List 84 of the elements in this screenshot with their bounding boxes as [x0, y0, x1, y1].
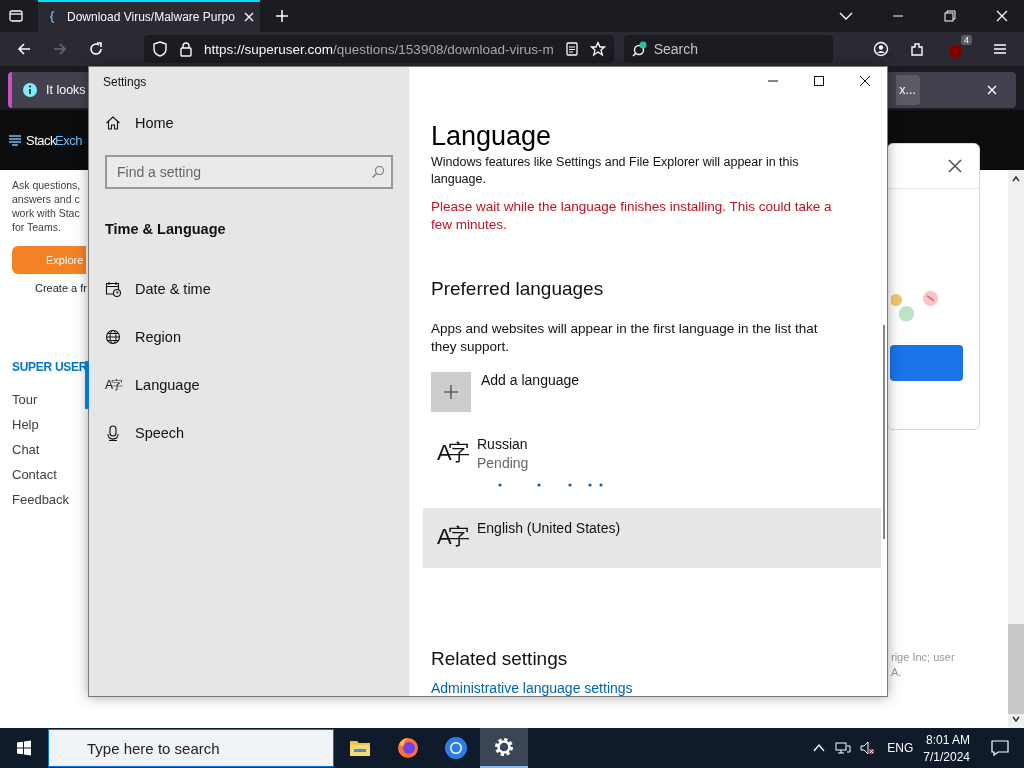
language-icon: A字	[105, 379, 121, 391]
shield-icon[interactable]	[152, 41, 168, 57]
clock[interactable]: 8:01 AM 7/1/2024	[923, 732, 970, 764]
close-icon[interactable]	[994, 8, 1010, 24]
windows-logo-icon[interactable]	[16, 740, 32, 756]
site-logo[interactable]: StackExch	[8, 132, 82, 148]
address-bar[interactable]: https://superuser.com/questions/153908/download-virus-m	[144, 35, 614, 63]
section-heading: Time & Language	[105, 221, 227, 237]
language-icon: A字	[437, 442, 467, 464]
home-nav-item[interactable]: Home	[85, 99, 409, 147]
intro-text: work with Stac	[12, 206, 81, 220]
footer-text: A.	[891, 665, 903, 680]
reload-icon[interactable]	[88, 41, 104, 57]
page-title: Language	[431, 121, 553, 152]
footer-link[interactable]: Tour	[12, 392, 88, 407]
taskbar-search-field[interactable]: Type here to search	[48, 729, 334, 767]
browser-icon	[396, 736, 420, 760]
description-text: Windows features like Settings and File Explorer will appear in this language.	[431, 154, 800, 188]
close-icon[interactable]	[242, 11, 255, 23]
calendar-clock-icon	[105, 281, 121, 297]
search-icon	[631, 41, 648, 57]
footer-link[interactable]: Chat	[12, 442, 88, 457]
scroll-thumb[interactable]	[1008, 624, 1024, 714]
star-icon[interactable]	[589, 41, 606, 57]
close-icon[interactable]	[859, 75, 871, 87]
language-item[interactable]: A字 English (United States)	[423, 508, 881, 568]
chevron-up-icon[interactable]	[1011, 174, 1021, 184]
lock-icon[interactable]	[178, 41, 194, 57]
intro-text: answers and c	[12, 192, 81, 206]
maximize-icon[interactable]	[813, 75, 825, 87]
warning-text: Please wait while the language finishes installing. This could take a few minutes.	[431, 198, 833, 234]
forward-icon[interactable]	[52, 41, 68, 57]
footer-text: rige Inc; user	[891, 650, 956, 665]
stack-icon	[8, 133, 22, 147]
back-icon[interactable]	[16, 41, 32, 57]
add-language-button[interactable]: Add a language	[431, 372, 865, 412]
microphone-icon	[105, 425, 121, 441]
info-icon	[22, 82, 38, 98]
footer-link[interactable]: Feedback	[12, 492, 88, 507]
window-title: Settings	[103, 75, 148, 89]
search-icon	[371, 165, 385, 179]
count-badge: 4	[961, 35, 972, 45]
notification-text: It looks	[46, 83, 86, 97]
site-icon	[50, 11, 55, 23]
globe-icon	[105, 329, 121, 345]
taskbar-app[interactable]	[480, 728, 528, 768]
settings-link[interactable]: Administrative language settings	[431, 680, 865, 696]
notification-icon[interactable]	[990, 738, 1010, 758]
speaker-muted-icon[interactable]	[859, 740, 876, 756]
description-text: Apps and websites will appear in the first language in the list that they support.	[431, 320, 819, 356]
input-language-indicator[interactable]: ENG	[887, 741, 914, 755]
chevron-down-icon[interactable]	[1011, 714, 1021, 724]
account-icon[interactable]	[873, 41, 890, 57]
network-icon[interactable]	[835, 740, 852, 756]
nav-item[interactable]: Speech	[85, 409, 409, 457]
new-tab-icon[interactable]	[274, 8, 290, 24]
section-heading: Preferred languages	[431, 278, 605, 300]
menu-icon[interactable]	[992, 41, 1008, 57]
scrollbar[interactable]	[1008, 170, 1024, 728]
close-icon[interactable]	[947, 158, 963, 174]
scroll-thumb[interactable]	[883, 325, 885, 539]
tab-list-icon[interactable]	[8, 8, 24, 24]
shield-icon	[947, 44, 964, 60]
url-text: https://superuser.com/questions/153908/download-virus-m	[204, 41, 554, 57]
home-icon	[105, 115, 121, 131]
footer-link[interactable]: Help	[12, 417, 88, 432]
browser-icon	[444, 736, 468, 760]
restore-icon[interactable]	[942, 8, 958, 24]
plus-icon	[443, 384, 459, 400]
extension-button[interactable]: 4	[945, 35, 972, 63]
search-field[interactable]: Find a setting	[105, 155, 393, 189]
section-heading: Related settings	[431, 648, 569, 670]
reader-view-icon[interactable]	[563, 41, 580, 57]
puzzle-icon[interactable]	[909, 41, 926, 57]
notification-button[interactable]: x...	[896, 75, 920, 105]
language-icon: A字	[437, 526, 467, 548]
intro-text: for Teams.	[12, 220, 62, 234]
settings-icon	[492, 735, 516, 759]
nav-item[interactable]: Region	[85, 313, 409, 361]
intro-text: Ask questions,	[12, 178, 82, 192]
footer-link[interactable]: Contact	[12, 467, 88, 482]
browser-tab[interactable]: Download Virus/Malware Purpo	[38, 0, 260, 32]
search-field[interactable]: Search	[623, 35, 834, 63]
create-link[interactable]: Create a fr	[35, 282, 88, 294]
